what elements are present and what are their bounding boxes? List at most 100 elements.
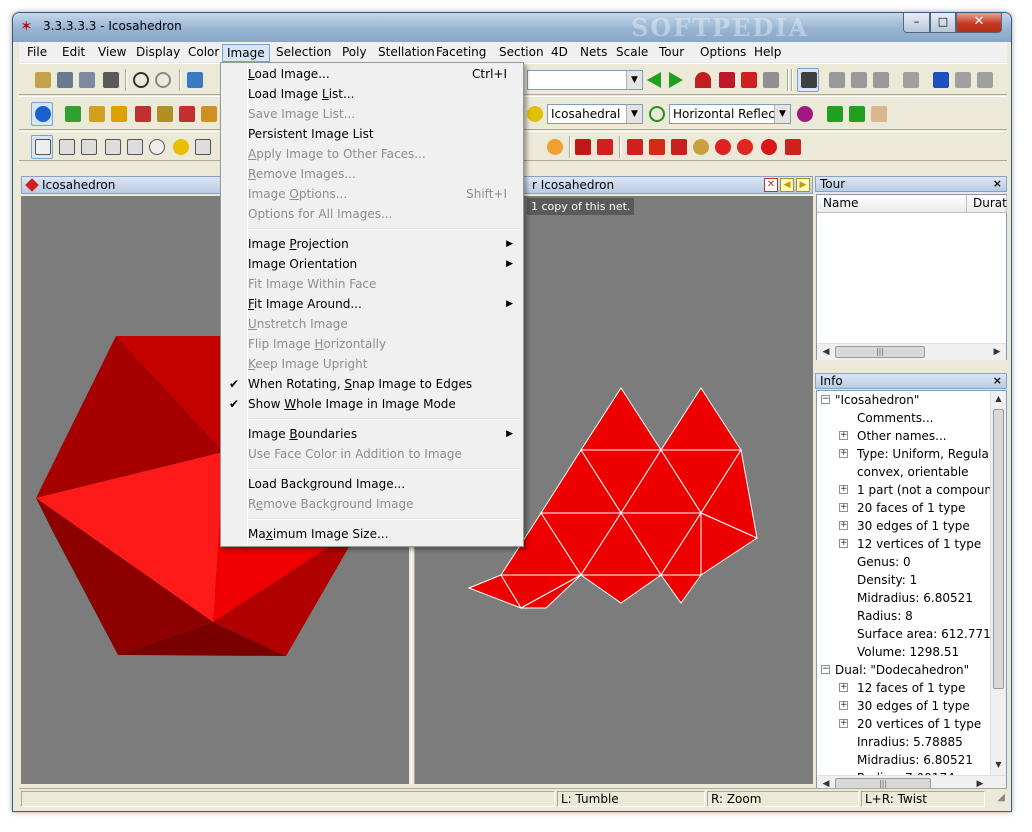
menuitem-show-whole-image-in-image-mode[interactable]: ✔ Show Whole Image in Image Mode	[223, 394, 521, 414]
green-triangle-icon-2[interactable]	[849, 106, 865, 122]
play-icon[interactable]	[903, 72, 919, 88]
scissors-icon[interactable]	[81, 139, 97, 155]
spiral-icon[interactable]	[195, 139, 211, 155]
copy-icon[interactable]	[187, 72, 203, 88]
menuitem-load-image[interactable]: Load Image... Ctrl+I	[223, 64, 521, 84]
menu-section[interactable]: Section	[495, 44, 548, 62]
grid-icon-1[interactable]	[135, 106, 151, 122]
menuitem-image-projection[interactable]: Image Projection ▶	[223, 234, 521, 254]
dial-icon[interactable]	[149, 139, 165, 155]
redo-icon[interactable]	[155, 72, 171, 88]
symmetry-combo[interactable]: Icosahedral ▼	[547, 104, 643, 124]
menuitem-fit-image-within-face[interactable]: Fit Image Within Face	[223, 274, 521, 294]
menuitem-image-orientation[interactable]: Image Orientation ▶	[223, 254, 521, 274]
menuitem-load-image-list[interactable]: Load Image List...	[223, 84, 521, 104]
scroll-thumb[interactable]	[993, 409, 1004, 689]
scroll-thumb[interactable]: |||	[835, 346, 925, 358]
menuitem-options-for-all-images[interactable]: Options for All Images...	[223, 204, 521, 224]
minimize-button[interactable]: –	[903, 13, 930, 33]
menuitem-apply-image-to-other-faces[interactable]: Apply Image to Other Faces...	[223, 144, 521, 164]
disk-gray-icon[interactable]	[873, 72, 889, 88]
menuitem-fit-image-around[interactable]: Fit Image Around... ▶	[223, 294, 521, 314]
delete-icon[interactable]	[977, 72, 993, 88]
close-icon[interactable]: ×	[993, 177, 1002, 191]
arch-icon[interactable]	[111, 106, 127, 122]
scroll-up-icon[interactable]: ▲	[991, 391, 1006, 407]
menu-edit[interactable]: Edit	[58, 44, 89, 62]
reflection-combo[interactable]: Horizontal Reflection ▼	[669, 104, 791, 124]
red-poly-icon-6[interactable]	[761, 139, 777, 155]
maximize-button[interactable]: □	[930, 13, 956, 33]
edit-doc-icon[interactable]	[829, 72, 845, 88]
red-dice-icon[interactable]	[741, 72, 757, 88]
menu-image[interactable]: Image	[222, 44, 270, 62]
expand-icon[interactable]: +	[839, 719, 848, 728]
menu-display[interactable]: Display	[132, 44, 184, 62]
menu-stellation[interactable]: Stellation	[374, 44, 439, 62]
info-vscrollbar[interactable]: ▲ ▼	[990, 391, 1006, 775]
menuitem-keep-image-upright[interactable]: Keep Image Upright	[223, 354, 521, 374]
arrow-right-green-icon[interactable]	[669, 72, 683, 88]
menuitem-image-boundaries[interactable]: Image Boundaries ▶	[223, 424, 521, 444]
chevron-down-icon[interactable]: ▼	[774, 105, 790, 123]
red-arrow-icon[interactable]	[597, 139, 613, 155]
grid-icon-4[interactable]	[201, 106, 217, 122]
menuitem-load-background-image[interactable]: Load Background Image...	[223, 474, 521, 494]
arrow-left-green-icon[interactable]	[647, 72, 661, 88]
red-cube-icon[interactable]	[719, 72, 735, 88]
grid-icon-3[interactable]	[179, 106, 195, 122]
add-step-icon[interactable]	[933, 72, 949, 88]
crosshair-icon[interactable]	[649, 106, 665, 122]
doc-icon[interactable]	[851, 72, 867, 88]
menu-options[interactable]: Options	[696, 44, 750, 62]
menu-tour[interactable]: Tour	[655, 44, 688, 62]
menu-faceting[interactable]: Faceting	[432, 44, 490, 62]
expand-icon[interactable]: +	[839, 521, 848, 530]
orange-ball-icon[interactable]	[547, 139, 563, 155]
menuitem-when-rotating-snap-image-to-edges[interactable]: ✔ When Rotating, Snap Image to Edges	[223, 374, 521, 394]
grid-icon-2[interactable]	[157, 106, 173, 122]
red-poly-icon-7[interactable]	[785, 139, 801, 155]
tour-hscrollbar[interactable]: ◀ ||| ▶	[817, 343, 1006, 360]
menu-nets[interactable]: Nets	[576, 44, 611, 62]
red-cross-icon[interactable]	[575, 139, 591, 155]
purple-ball-icon[interactable]	[797, 106, 813, 122]
arrow-left-icon[interactable]: ◀	[780, 178, 794, 192]
expand-icon[interactable]: +	[839, 485, 848, 494]
menuitem-save-image-list[interactable]: Save Image List...	[223, 104, 521, 124]
pointer-plus-icon[interactable]	[59, 139, 75, 155]
menu-selection[interactable]: Selection	[272, 44, 335, 62]
expand-icon[interactable]: +	[839, 449, 848, 458]
lock-icon[interactable]	[89, 106, 105, 122]
hand-icon[interactable]	[871, 106, 887, 122]
menu-view[interactable]: View	[94, 44, 130, 62]
expand-icon[interactable]: +	[839, 683, 848, 692]
tour-column-name[interactable]: Name	[817, 195, 967, 213]
red-poly-icon-2[interactable]	[649, 139, 665, 155]
menu-poly[interactable]: Poly	[338, 44, 371, 62]
menu-scale[interactable]: Scale	[612, 44, 652, 62]
ruler-icon[interactable]	[105, 139, 121, 155]
pin-icon[interactable]	[527, 106, 543, 122]
close-button[interactable]: ✕	[956, 13, 1002, 33]
resize-grip-icon[interactable]: ◢	[997, 792, 1005, 803]
scroll-left-icon[interactable]: ◀	[818, 345, 834, 359]
red-poly-icon-4[interactable]	[715, 139, 731, 155]
expand-icon[interactable]: +	[839, 431, 848, 440]
close-icon[interactable]: ×	[993, 374, 1002, 388]
mixed-poly-icon[interactable]	[693, 139, 709, 155]
collapse-icon[interactable]: −	[821, 665, 830, 674]
menuitem-unstretch-image[interactable]: Unstretch Image	[223, 314, 521, 334]
title-bar[interactable]: ✶ 3.3.3.3.3 - Icosahedron SOFTPEDIA – □ …	[13, 13, 1011, 42]
save-as-icon[interactable]	[79, 72, 95, 88]
menuitem-image-options[interactable]: Image Options... Shift+I	[223, 184, 521, 204]
link-icon[interactable]	[127, 139, 143, 155]
gray-shape-icon[interactable]	[763, 72, 779, 88]
scroll-down-icon[interactable]: ▼	[991, 757, 1006, 773]
close-icon[interactable]: ✕	[764, 178, 778, 192]
open-folder-icon[interactable]	[35, 72, 51, 88]
chevron-down-icon[interactable]: ▼	[626, 105, 642, 123]
menu-help[interactable]: Help	[750, 44, 785, 62]
scroll-right-icon[interactable]: ▶	[989, 345, 1005, 359]
red-poly-icon-1[interactable]	[627, 139, 643, 155]
